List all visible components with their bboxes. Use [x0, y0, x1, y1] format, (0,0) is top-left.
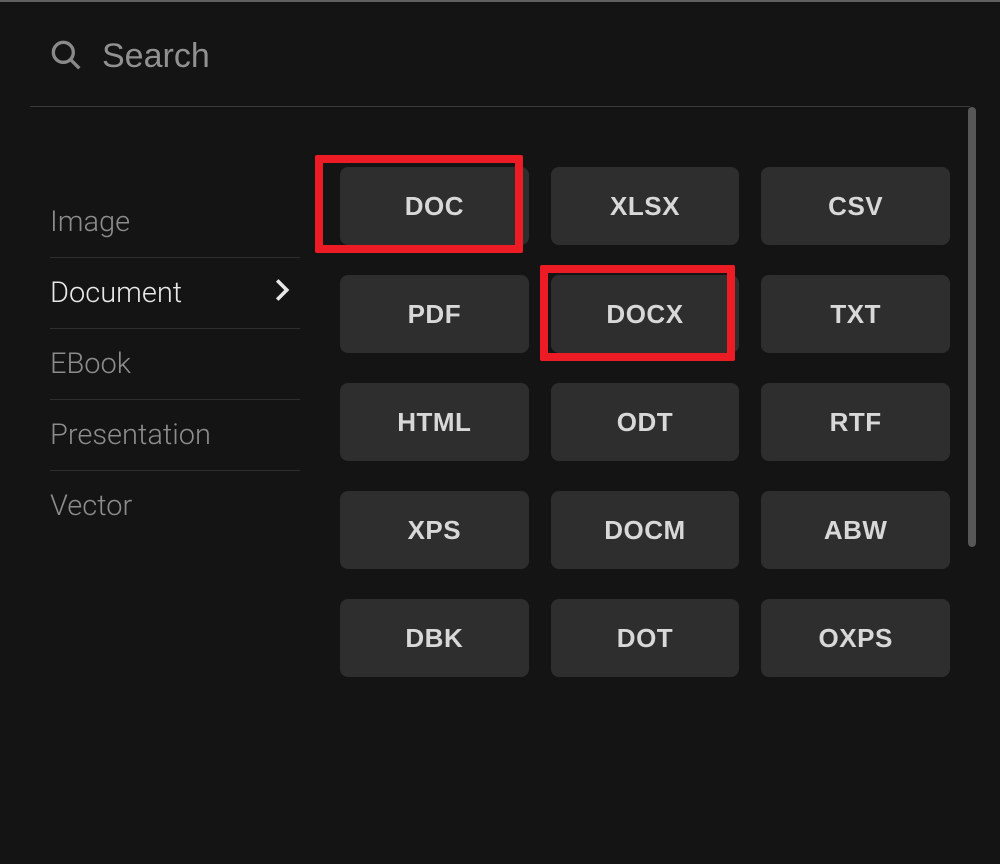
format-grid: DOC XLSX CSV PDF DOCX TXT HTML ODT RTF X… — [340, 167, 970, 864]
format-docx[interactable]: DOCX — [551, 275, 740, 353]
sidebar-item-label: Vector — [50, 489, 132, 523]
format-xps[interactable]: XPS — [340, 491, 529, 569]
sidebar-item-presentation[interactable]: Presentation — [50, 400, 300, 471]
format-pdf[interactable]: PDF — [340, 275, 529, 353]
sidebar-item-document[interactable]: Document — [50, 258, 300, 329]
format-doc[interactable]: DOC — [340, 167, 529, 245]
format-txt[interactable]: TXT — [761, 275, 950, 353]
search-row — [30, 2, 970, 107]
sidebar-item-image[interactable]: Image — [50, 187, 300, 258]
format-oxps[interactable]: OXPS — [761, 599, 950, 677]
format-dbk[interactable]: DBK — [340, 599, 529, 677]
sidebar-item-label: EBook — [50, 347, 131, 381]
sidebar-item-label: Presentation — [50, 418, 211, 452]
format-xlsx[interactable]: XLSX — [551, 167, 740, 245]
format-odt[interactable]: ODT — [551, 383, 740, 461]
format-html[interactable]: HTML — [340, 383, 529, 461]
format-abw[interactable]: ABW — [761, 491, 950, 569]
sidebar-item-label: Document — [50, 276, 182, 310]
format-rtf[interactable]: RTF — [761, 383, 950, 461]
sidebar-item-label: Image — [50, 205, 130, 239]
search-input[interactable] — [102, 37, 950, 76]
format-csv[interactable]: CSV — [761, 167, 950, 245]
format-dot[interactable]: DOT — [551, 599, 740, 677]
scrollbar[interactable] — [968, 107, 976, 547]
sidebar-item-vector[interactable]: Vector — [50, 471, 300, 541]
format-docm[interactable]: DOCM — [551, 491, 740, 569]
chevron-right-icon — [274, 276, 290, 310]
category-sidebar: Image Document EBook Presentation Vector — [30, 167, 300, 864]
sidebar-item-ebook[interactable]: EBook — [50, 329, 300, 400]
search-icon — [50, 39, 82, 75]
